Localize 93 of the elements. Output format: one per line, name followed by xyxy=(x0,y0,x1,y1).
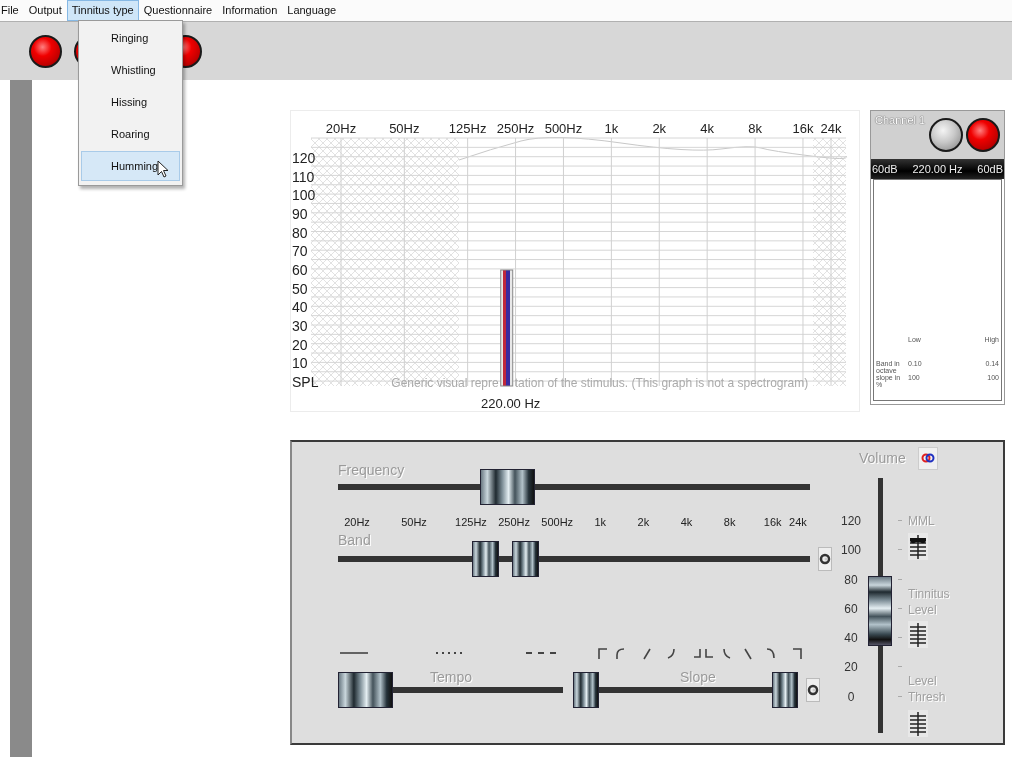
scale-label: 80 xyxy=(844,572,858,587)
corner-icon[interactable] xyxy=(790,646,804,660)
level-readout: 60dB xyxy=(872,163,898,175)
chart-note: tation of the stimulus. (This graph is not a spectrogram) xyxy=(514,376,809,390)
diagonal-line-icon[interactable] xyxy=(741,646,755,660)
slider-thumb[interactable] xyxy=(573,672,599,708)
dropdown-item[interactable]: Humming xyxy=(81,151,180,181)
menu-item[interactable]: Language xyxy=(282,0,342,21)
axis-label: SPL xyxy=(292,374,319,390)
axis-label: 2k xyxy=(652,121,667,136)
menu-item[interactable]: Information xyxy=(217,0,283,21)
axis-label: 40 xyxy=(292,299,308,316)
scale-label: 125Hz xyxy=(455,516,487,528)
scale-label: 60 xyxy=(844,601,858,616)
axis-label: 20 xyxy=(292,336,308,353)
corner-icon[interactable] xyxy=(596,646,610,660)
diagonal-line-icon[interactable] xyxy=(640,646,654,660)
slider-thumb[interactable] xyxy=(338,672,393,708)
menu-item[interactable]: Questionnaire xyxy=(138,0,218,21)
scale-label: 8k xyxy=(723,516,736,528)
slider-label: Frequency xyxy=(338,462,405,478)
slider-label: Slope xyxy=(680,669,716,685)
slider-thumb[interactable] xyxy=(511,541,539,577)
lamp-button[interactable] xyxy=(966,118,1000,152)
scale-label: 500Hz xyxy=(541,516,574,528)
scale-label: 120 xyxy=(841,514,861,528)
axis-label: 80 xyxy=(292,224,308,241)
axis-label: 125Hz xyxy=(448,121,487,136)
axis-label: 16k xyxy=(792,121,814,136)
scale-label: 0 xyxy=(847,689,855,704)
axis-label: 250Hz xyxy=(496,121,535,136)
axis-label: 60 xyxy=(292,262,308,278)
scale-label: 50Hz xyxy=(401,516,427,528)
axis-label: 120 xyxy=(292,150,316,166)
slider-label: Tempo xyxy=(430,669,473,685)
slider-thumb[interactable] xyxy=(479,469,535,505)
dropdown-item[interactable]: Hissing xyxy=(81,87,180,117)
ring-icon xyxy=(807,684,819,696)
level-readout: 60dB xyxy=(977,163,1003,175)
axis-label: 110 xyxy=(292,168,315,185)
toggle-button[interactable] xyxy=(818,547,832,571)
rings-icon xyxy=(920,452,935,464)
axis-label: 100 xyxy=(292,187,316,204)
scale-label: 100 xyxy=(841,543,861,558)
ring-icon xyxy=(819,553,831,565)
volume-thumb[interactable] xyxy=(868,576,892,647)
axis-label: 500Hz xyxy=(544,121,583,136)
scale-label: 250Hz xyxy=(498,516,530,528)
dropdown-item[interactable]: Ringing xyxy=(81,23,180,53)
axis-label: 10 xyxy=(292,355,308,372)
glasses-icon[interactable] xyxy=(908,533,928,560)
cursor-icon xyxy=(157,160,169,178)
curve-icon[interactable] xyxy=(764,646,778,660)
scale-label: 24k xyxy=(789,516,807,528)
scale-label: 4k xyxy=(680,516,693,528)
axis-label: 8k xyxy=(748,121,762,136)
marker-label: Tinnitus Level xyxy=(908,586,951,618)
lines-icon[interactable] xyxy=(908,710,928,737)
link-button[interactable] xyxy=(917,446,938,470)
axis-label: 50Hz xyxy=(389,121,420,136)
axis-label: 4k xyxy=(700,121,715,136)
toggle-button[interactable] xyxy=(806,678,820,702)
dropdown-item[interactable]: Roaring xyxy=(81,119,180,149)
menu-item[interactable]: File xyxy=(0,0,24,21)
slider-label: Band xyxy=(338,532,371,548)
scale-label: 20Hz xyxy=(344,516,370,528)
lines-icon[interactable] xyxy=(908,621,928,648)
steps-icon[interactable] xyxy=(692,646,716,660)
chart-note: Generic visual repre xyxy=(391,376,499,390)
axis-label: 70 xyxy=(292,243,308,260)
lamp-button[interactable] xyxy=(929,118,963,152)
dropdown-item[interactable]: Whistling xyxy=(81,55,180,85)
slider-thumb[interactable] xyxy=(471,541,499,577)
lamp-button[interactable] xyxy=(29,34,62,68)
scale-label: 40 xyxy=(844,631,858,646)
axis-label: 90 xyxy=(292,206,308,222)
frequency-readout: 220.00 Hz xyxy=(912,163,963,175)
axis-label: 24k xyxy=(820,121,842,136)
menu-item[interactable]: Tinnitus type xyxy=(66,0,139,21)
marker-label: Level Thresh xyxy=(908,673,947,705)
scale-label: 2k xyxy=(637,516,650,528)
axis-label: 30 xyxy=(292,318,308,334)
frequency-label: 220.00 Hz xyxy=(481,396,541,411)
volume-label: Volume xyxy=(859,450,906,466)
axis-label: 1k xyxy=(604,121,619,136)
scale-label: 16k xyxy=(763,516,782,528)
scale-label: 1k xyxy=(594,516,607,528)
axis-label: 20Hz xyxy=(325,121,357,136)
scale-label: 20 xyxy=(844,660,858,675)
menu-item[interactable]: Output xyxy=(23,0,67,21)
slider-thumb[interactable] xyxy=(772,672,798,708)
axis-label: 50 xyxy=(292,280,308,297)
marker-label: MML xyxy=(908,513,936,529)
